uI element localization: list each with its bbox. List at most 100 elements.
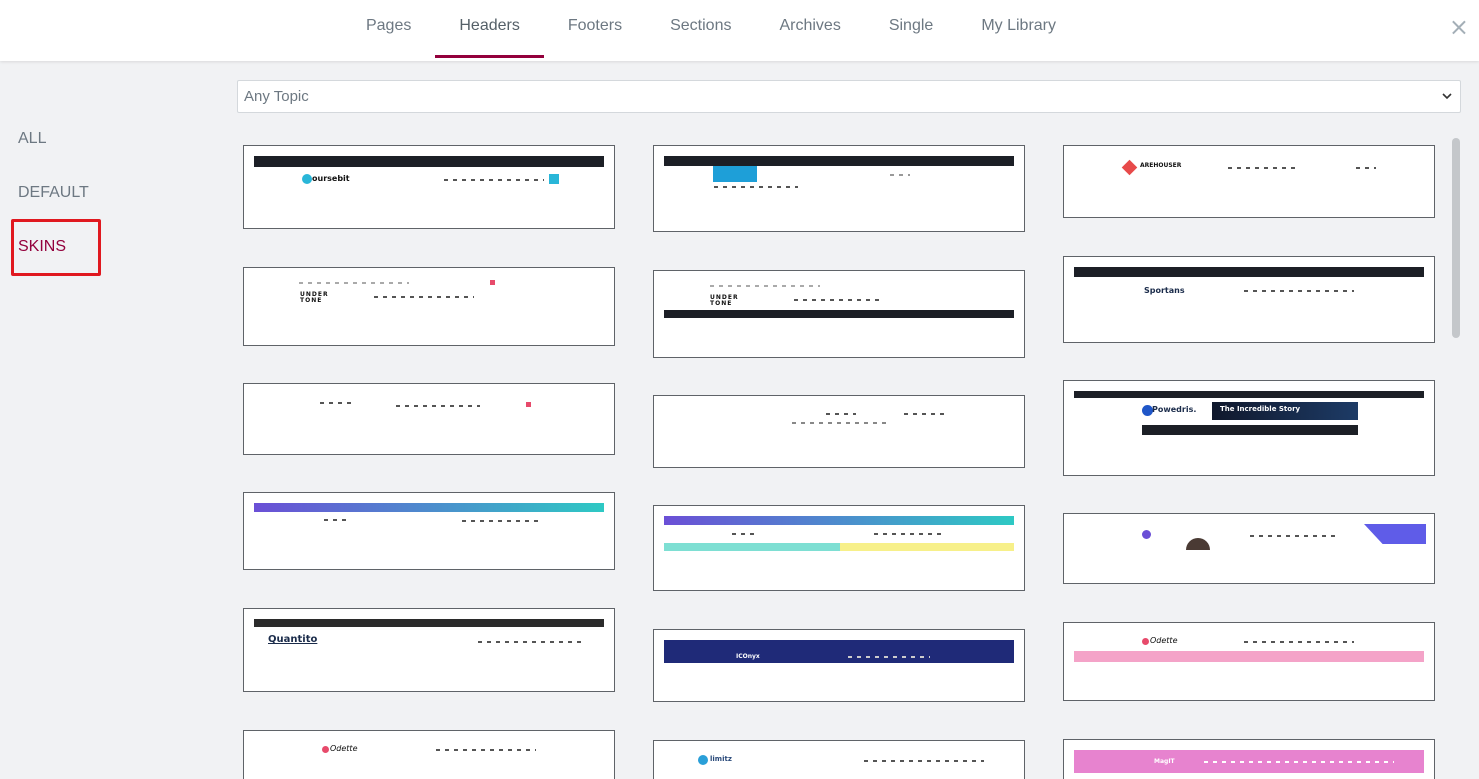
template-thumbnail[interactable]: Odette — [1063, 622, 1435, 701]
thumb-banner-title: The Incredible Story — [1220, 405, 1301, 413]
thumb-logo: Sportans — [1144, 286, 1185, 295]
template-thumbnail[interactable]: Quantito — [243, 608, 615, 692]
thumb-accent — [1364, 524, 1426, 544]
thumb-nav — [864, 760, 984, 762]
thumb-header-bar — [664, 640, 1014, 663]
thumb-nav — [396, 405, 480, 407]
thumb-nav — [1244, 641, 1354, 643]
thumb-icon — [490, 280, 495, 285]
template-thumbnail[interactable]: Odette — [243, 730, 615, 779]
thumb-topbar — [664, 156, 1014, 166]
thumb-icon — [1121, 159, 1138, 176]
thumb-logo — [826, 413, 856, 415]
tab-bar: Pages Headers Footers Sections Archives … — [0, 0, 1479, 61]
thumb-nav — [1204, 761, 1394, 763]
logo-icon — [302, 174, 312, 184]
thumb-logo: Odette — [1150, 636, 1178, 645]
thumb-bottombar — [664, 310, 1014, 318]
thumb-logo: Quantito — [268, 634, 318, 645]
thumb-nav — [478, 641, 586, 643]
thumb-topbar — [1074, 267, 1424, 277]
thumb-nav — [794, 299, 884, 301]
sidebar-item-skins[interactable]: SKINS — [18, 238, 66, 256]
chevron-down-icon — [1442, 93, 1452, 100]
thumb-logo — [320, 402, 356, 404]
thumb-logo: AREHOUSER — [1140, 162, 1182, 169]
template-thumbnail[interactable]: UNDER TONE — [653, 270, 1025, 358]
thumb-logo — [324, 519, 346, 521]
tab-archives[interactable]: Archives — [755, 0, 864, 58]
template-thumbnail[interactable] — [653, 505, 1025, 591]
thumb-icon — [698, 755, 708, 765]
tab-headers[interactable]: Headers — [435, 0, 545, 58]
template-thumbnail[interactable] — [653, 395, 1025, 468]
thumb-nav — [1250, 535, 1340, 537]
thumb-icon — [1142, 638, 1149, 645]
thumb-logo: Powedris. — [1152, 405, 1197, 414]
thumb-nav — [374, 296, 474, 298]
thumb-button — [549, 174, 559, 184]
thumb-nav — [444, 179, 544, 181]
top-bar: Pages Headers Footers Sections Archives … — [0, 0, 1479, 61]
thumb-hero-image — [1186, 538, 1210, 550]
thumb-band-right — [840, 543, 1014, 551]
thumb-icons — [1356, 167, 1376, 169]
thumb-topbar — [1074, 391, 1424, 398]
scrollbar[interactable] — [1452, 138, 1460, 338]
sidebar-item-default[interactable]: DEFAULT — [18, 184, 89, 202]
thumb-nav — [436, 749, 536, 751]
tab-pages[interactable]: Pages — [342, 0, 435, 58]
thumb-logo: UNDER TONE — [300, 291, 329, 304]
thumb-search — [890, 174, 910, 176]
thumb-nav — [848, 656, 930, 658]
thumb-logo: MagIT — [1154, 758, 1175, 765]
thumb-nav — [714, 186, 798, 188]
tab-footers[interactable]: Footers — [544, 0, 646, 58]
thumb-icon — [322, 746, 329, 753]
thumb-icon — [526, 402, 531, 407]
template-thumbnail[interactable]: Sportans — [1063, 256, 1435, 343]
topic-select-value: Any Topic — [244, 88, 309, 105]
thumb-band-left — [664, 543, 840, 551]
thumb-logo: oursebit — [312, 174, 350, 183]
thumb-topbar — [254, 156, 604, 167]
thumb-logo — [732, 533, 756, 535]
thumb-topbar — [254, 503, 604, 512]
thumb-logo: limitz — [710, 755, 732, 763]
tab-sections[interactable]: Sections — [646, 0, 755, 58]
thumb-logo: UNDER TONE — [710, 294, 739, 307]
thumb-topbar — [299, 282, 409, 284]
thumb-topbar — [710, 285, 820, 287]
thumb-nav-bar — [1142, 425, 1358, 435]
template-thumbnail[interactable] — [653, 145, 1025, 232]
thumb-nav — [792, 422, 888, 424]
template-thumbnail[interactable]: Powedris. The Incredible Story — [1063, 380, 1435, 476]
thumb-nav — [874, 533, 944, 535]
close-icon[interactable]: × — [1449, 14, 1469, 40]
template-thumbnail[interactable] — [243, 492, 615, 570]
sidebar-item-all[interactable]: ALL — [18, 130, 46, 148]
tab-single[interactable]: Single — [865, 0, 957, 58]
category-sidebar: ALL DEFAULT SKINS — [0, 61, 225, 779]
template-thumbnail[interactable]: oursebit — [243, 145, 615, 229]
thumb-nav — [462, 520, 540, 522]
template-thumbnail[interactable]: limitz — [653, 740, 1025, 779]
template-thumbnail[interactable] — [243, 383, 615, 455]
thumb-topbar — [254, 619, 604, 627]
thumb-nav — [1228, 167, 1296, 169]
thumb-badge — [713, 166, 757, 182]
thumb-nav — [1244, 290, 1354, 292]
thumb-logo: ICOnyx — [736, 653, 760, 660]
tab-my-library[interactable]: My Library — [957, 0, 1080, 58]
template-thumbnail[interactable]: AREHOUSER — [1063, 145, 1435, 218]
template-thumbnail[interactable]: UNDER TONE — [243, 267, 615, 346]
topic-select[interactable]: Any Topic — [237, 80, 1461, 113]
thumb-logo: Odette — [330, 744, 358, 753]
template-thumbnail[interactable] — [1063, 513, 1435, 584]
template-thumbnail[interactable]: MagIT — [1063, 739, 1435, 779]
thumb-icon — [1142, 530, 1151, 539]
template-thumbnail[interactable]: ICOnyx — [653, 629, 1025, 702]
thumb-nav-right — [904, 413, 948, 415]
thumb-pink-bar — [1074, 651, 1424, 662]
thumb-topbar — [664, 516, 1014, 525]
